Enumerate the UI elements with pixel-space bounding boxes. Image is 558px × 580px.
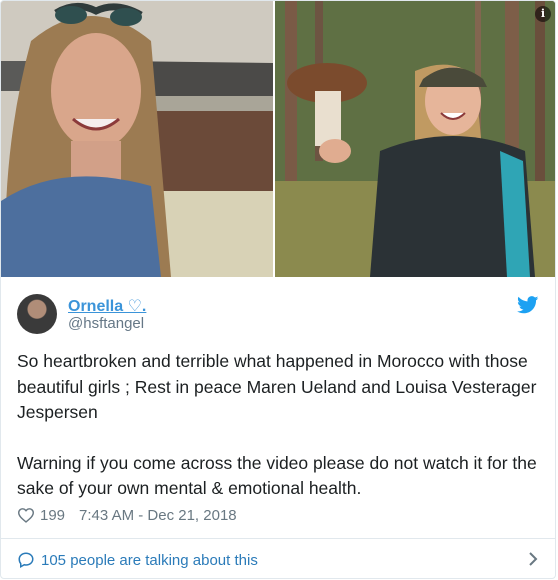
speech-bubble-icon: [18, 552, 34, 569]
tweet-header: Ornella ♡. @hsftangel: [17, 294, 541, 338]
chevron-right-icon[interactable]: [527, 551, 539, 567]
twitter-bird-icon[interactable]: [517, 296, 539, 314]
info-icon[interactable]: i: [535, 6, 551, 22]
tweet-card[interactable]: i Ornella ♡. @hsftangel So heartbroken a…: [0, 0, 556, 579]
talking-link[interactable]: 105 people are talking about this: [41, 552, 258, 569]
timestamp[interactable]: 7:43 AM - Dec 21, 2018: [79, 507, 237, 524]
author-name[interactable]: Ornella ♡.: [68, 296, 146, 316]
tweet-meta: 199 7:43 AM - Dec 21, 2018: [17, 505, 237, 525]
tweet-text: So heartbroken and terrible what happene…: [17, 349, 537, 502]
divider: [1, 538, 555, 539]
tweet-paragraph: Warning if you come across the video ple…: [17, 452, 537, 499]
like-count[interactable]: 199: [40, 507, 65, 524]
avatar[interactable]: [17, 294, 57, 334]
photo-left[interactable]: [1, 1, 273, 277]
tweet-paragraph: So heartbroken and terrible what happene…: [17, 351, 537, 422]
media-gallery: i: [1, 1, 555, 277]
photo-left-image: [1, 1, 273, 277]
tweet-footer[interactable]: 105 people are talking about this: [17, 549, 541, 571]
author-handle[interactable]: @hsftangel: [68, 315, 144, 332]
photo-right-image: [275, 1, 555, 277]
photo-right[interactable]: i: [275, 1, 555, 277]
heart-icon[interactable]: [17, 507, 35, 523]
